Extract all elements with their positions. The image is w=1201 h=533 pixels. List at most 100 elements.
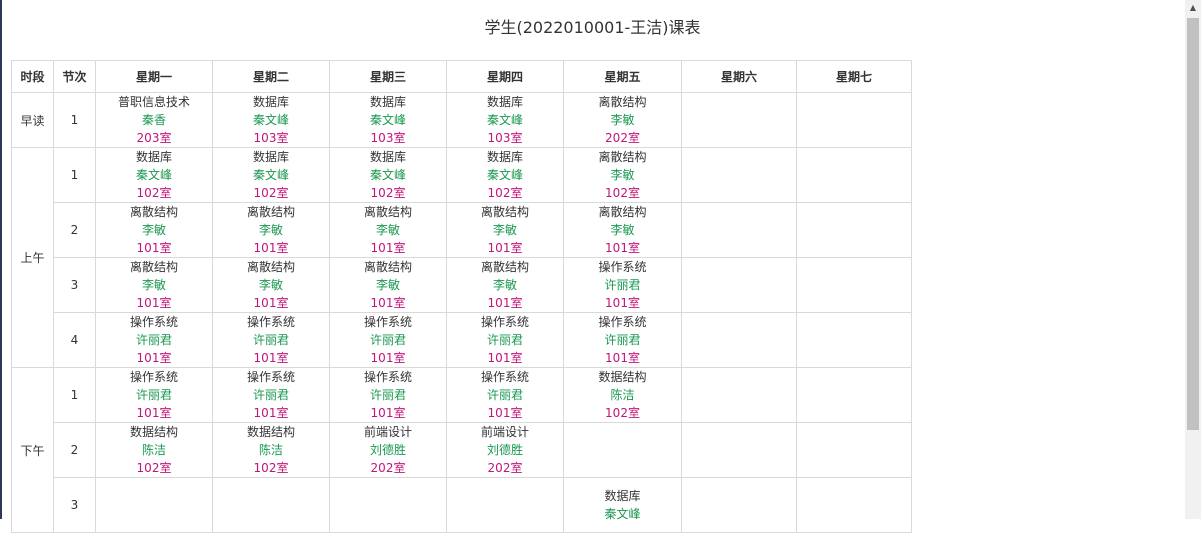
teacher-name: 秦文峰	[252, 113, 289, 127]
column-header: 星期六	[681, 60, 797, 93]
course-name: 数据库	[135, 150, 172, 164]
teacher-name: 秦文峰	[252, 168, 289, 182]
course-cell	[681, 422, 797, 478]
course-cell	[796, 312, 912, 368]
course-cell: 数据库 秦文峰 103室	[212, 92, 330, 148]
course-cell: 数据库 秦文峰	[563, 477, 682, 533]
course-cell	[796, 477, 912, 533]
window-left-edge	[0, 0, 2, 519]
period-label: 下午	[11, 367, 54, 533]
table-row: 3 离散结构 李敏 101室 离散结构 李敏 101室 离散结构 李敏 101室 离散结构 李敏 101…	[12, 257, 912, 313]
course-name: 数据库	[252, 150, 289, 164]
teacher-name: 陈洁	[141, 443, 166, 457]
room-name: 102室	[136, 461, 172, 475]
course-name: 数据库	[486, 150, 523, 164]
course-cell	[681, 92, 797, 148]
room-name: 202室	[487, 461, 523, 475]
table-row: 早读 1 普职信息技术 秦香 203室 数据库 秦文峰 103室 数据库 秦文峰 103室 数据库 秦文…	[11, 92, 912, 148]
course-cell: 数据库 秦文峰 103室	[446, 92, 564, 148]
room-name: 101室	[253, 406, 289, 420]
room-name: 101室	[605, 296, 640, 310]
course-cell	[681, 312, 797, 368]
course-name: 离散结构	[246, 205, 295, 219]
teacher-name: 许丽君	[252, 388, 289, 402]
course-name: 数据库	[369, 150, 406, 164]
teacher-name: 李敏	[492, 278, 517, 292]
course-cell	[681, 202, 797, 258]
room-name: 101室	[487, 406, 523, 420]
table-row: 下午 1 操作系统 许丽君 101室 操作系统 许丽君 101室 操作系统 许丽君 101室 操作系统…	[11, 367, 912, 533]
course-name: 数据库	[252, 95, 289, 109]
teacher-name: 李敏	[492, 223, 517, 237]
lesson-number: 3	[53, 257, 96, 313]
teacher-name: 刘德胜	[369, 443, 406, 457]
table-row: 3 数据库 秦文峰	[12, 477, 912, 533]
course-cell: 操作系统 许丽君 101室	[563, 312, 682, 368]
course-cell	[681, 477, 797, 533]
room-name: 101室	[370, 406, 406, 420]
teacher-name: 李敏	[258, 278, 283, 292]
table-row: 上午 1 数据库 秦文峰 102室 数据库 秦文峰 102室 数据库 秦文峰 102室 数据库 秦文峰 1…	[11, 147, 912, 368]
column-header: 时段	[11, 60, 54, 93]
course-cell: 数据库 秦文峰 103室	[329, 92, 447, 148]
course-cell: 数据结构 陈洁 102室	[563, 367, 682, 423]
course-cell: 操作系统 许丽君 101室	[95, 312, 213, 368]
course-name: 数据库	[486, 95, 523, 109]
table-row: 4 操作系统 许丽君 101室 操作系统 许丽君 101室 操作系统 许丽君 101室 操作系统 许丽…	[12, 312, 912, 368]
course-cell: 离散结构 李敏 101室	[446, 202, 564, 258]
course-cell	[796, 202, 912, 258]
course-cell	[796, 257, 912, 313]
course-name: 操作系统	[480, 370, 529, 384]
teacher-name: 秦文峰	[486, 113, 523, 127]
course-cell: 数据库 秦文峰 102室	[329, 147, 447, 203]
course-cell: 离散结构 李敏 101室	[212, 257, 330, 313]
teacher-name: 许丽君	[369, 333, 406, 347]
teacher-name: 许丽君	[486, 333, 523, 347]
room-name: 101室	[487, 241, 523, 255]
lesson-number: 1	[53, 92, 96, 148]
course-name: 前端设计	[480, 425, 529, 439]
teacher-name: 许丽君	[486, 388, 523, 402]
room-name: 202室	[370, 461, 406, 475]
teacher-name: 李敏	[258, 223, 283, 237]
course-cell: 操作系统 许丽君 101室	[563, 257, 682, 313]
teacher-name: 李敏	[610, 113, 635, 127]
scroll-thumb[interactable]	[1187, 18, 1199, 430]
room-name: 101室	[253, 241, 289, 255]
teacher-name: 秦文峰	[486, 168, 523, 182]
lesson-number: 3	[53, 477, 96, 533]
page-title: 学生(2022010001-王洁)课表	[484, 18, 701, 37]
room-name: 101室	[136, 351, 172, 365]
course-cell: 数据库 秦文峰 102室	[212, 147, 330, 203]
course-cell	[212, 477, 330, 533]
course-name: 操作系统	[129, 315, 178, 329]
timetable: 时段 节次 星期一 星期二 星期三 星期四 星期五 星期六 星期七 早读 1 普职信息技术 秦香 203…	[11, 60, 912, 533]
scroll-up-arrow-icon[interactable]: ▲	[1185, 0, 1201, 16]
course-name: 操作系统	[363, 315, 412, 329]
course-cell: 前端设计刘德胜 202室	[329, 422, 447, 478]
column-header: 星期七	[796, 60, 912, 93]
course-cell: 操作系统 许丽君 101室	[329, 312, 447, 368]
room-name: 102室	[605, 186, 640, 200]
teacher-name: 陈洁	[258, 443, 283, 457]
teacher-name: 许丽君	[604, 333, 641, 347]
teacher-name: 李敏	[610, 168, 635, 182]
teacher-name: 许丽君	[369, 388, 406, 402]
lesson-number: 2	[53, 422, 96, 478]
course-cell: 数据库 秦文峰 102室	[95, 147, 213, 203]
column-header: 节次	[53, 60, 96, 93]
room-name: 101室	[136, 241, 172, 255]
teacher-name: 许丽君	[252, 333, 289, 347]
course-name: 操作系统	[246, 370, 295, 384]
course-name: 离散结构	[129, 260, 178, 274]
teacher-name: 李敏	[375, 278, 400, 292]
teacher-name: 秦文峰	[369, 113, 406, 127]
course-cell: 离散结构 李敏 202室	[563, 92, 682, 148]
teacher-name: 刘德胜	[486, 443, 523, 457]
vertical-scrollbar[interactable]: ▲	[1185, 0, 1201, 519]
column-header: 星期五	[563, 60, 682, 93]
course-name: 前端设计	[363, 425, 412, 439]
course-cell	[681, 367, 797, 423]
course-cell	[796, 92, 912, 148]
teacher-name: 许丽君	[135, 388, 172, 402]
